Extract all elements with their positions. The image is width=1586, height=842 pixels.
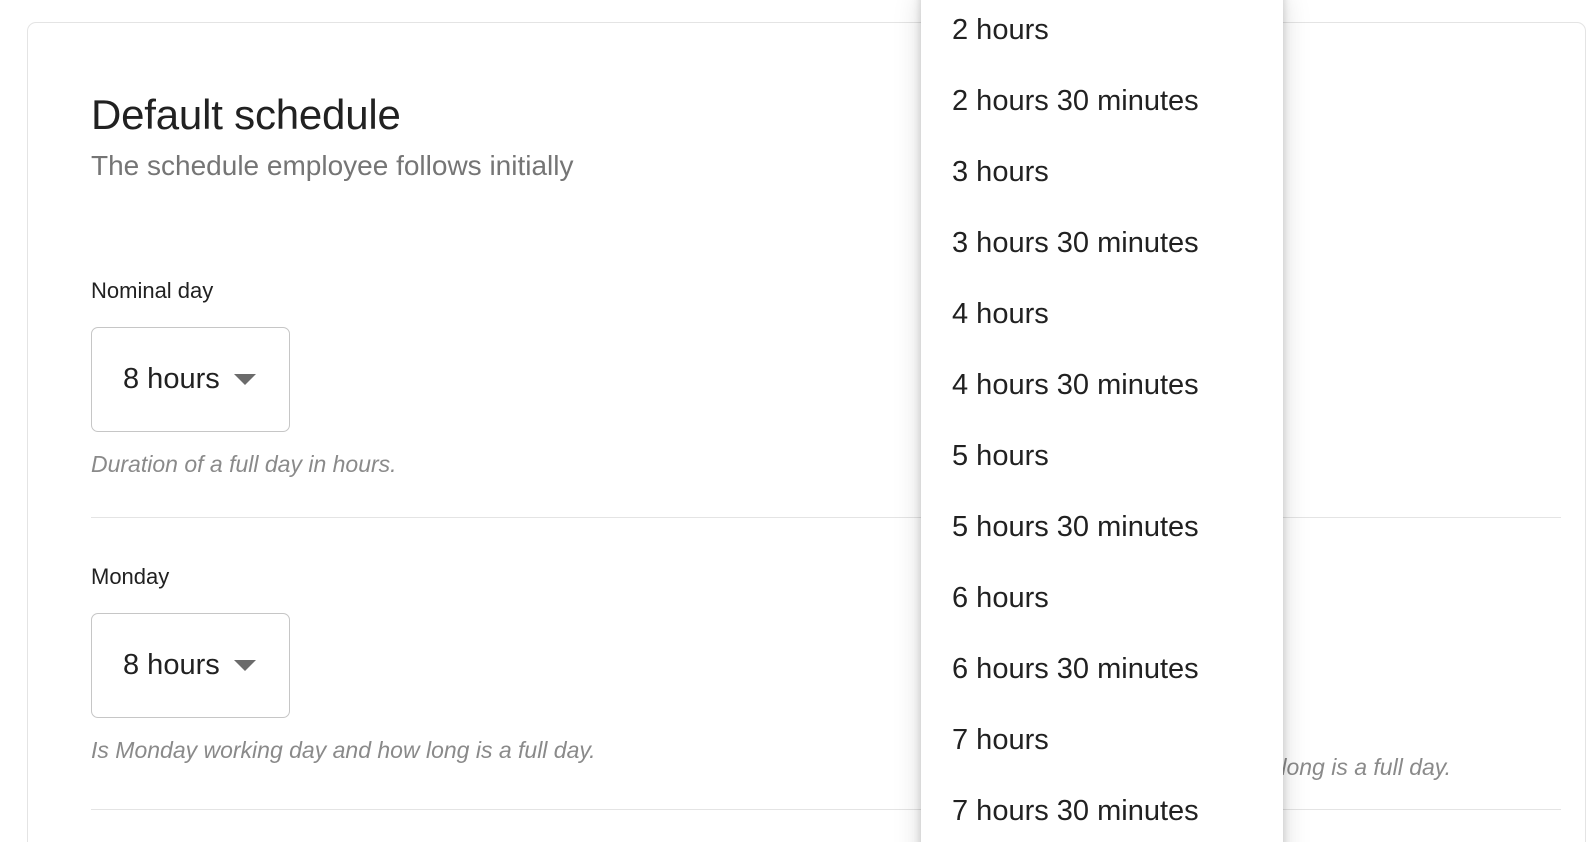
card-header: Default schedule The schedule employee f… (91, 91, 573, 183)
field-help-monday: Is Monday working day and how long is a … (91, 737, 596, 764)
select-monday-value: 8 hours (123, 649, 220, 682)
menu-item-duration[interactable]: 6 hours (952, 578, 1049, 618)
field-nominal-day: Nominal day 8 hours Duration of a full d… (91, 278, 397, 479)
select-nominal-day-value: 8 hours (123, 363, 220, 396)
menu-item-duration[interactable]: 2 hours (952, 10, 1049, 50)
field-help-nominal-day: Duration of a full day in hours. (91, 451, 397, 478)
app-root: Default schedule The schedule employee f… (0, 0, 1586, 842)
select-monday[interactable]: 8 hours (91, 613, 290, 719)
menu-item-duration[interactable]: 4 hours 30 minutes (952, 365, 1199, 405)
divider (91, 517, 1561, 518)
menu-item-duration[interactable]: 3 hours 30 minutes (952, 223, 1199, 263)
divider (91, 809, 1561, 810)
field-label-monday: Monday (91, 564, 170, 589)
field-label-nominal-day: Nominal day (91, 278, 214, 303)
menu-item-duration[interactable]: 3 hours (952, 152, 1049, 192)
select-nominal-day[interactable]: 8 hours (91, 327, 290, 433)
field-monday: Monday 8 hours Is Monday working day and… (91, 564, 596, 765)
menu-item-duration[interactable]: 7 hours (952, 720, 1049, 760)
menu-item-duration[interactable]: 2 hours 30 minutes (952, 81, 1199, 121)
menu-item-duration[interactable]: 5 hours 30 minutes (952, 507, 1199, 547)
chevron-down-icon (233, 374, 256, 386)
chevron-down-icon (233, 660, 256, 672)
page-title: Default schedule (91, 91, 401, 138)
menu-item-duration[interactable]: 7 hours 30 minutes (952, 791, 1199, 831)
menu-item-duration[interactable]: 6 hours 30 minutes (952, 649, 1199, 689)
menu-item-duration[interactable]: 5 hours (952, 436, 1049, 476)
page-subtitle: The schedule employee follows initially (91, 150, 574, 182)
duration-dropdown-menu[interactable]: 2 hours 2 hours 30 minutes 3 hours 3 hou… (921, 0, 1283, 842)
default-schedule-card: Default schedule The schedule employee f… (27, 22, 1586, 842)
menu-item-duration[interactable]: 4 hours (952, 294, 1049, 334)
